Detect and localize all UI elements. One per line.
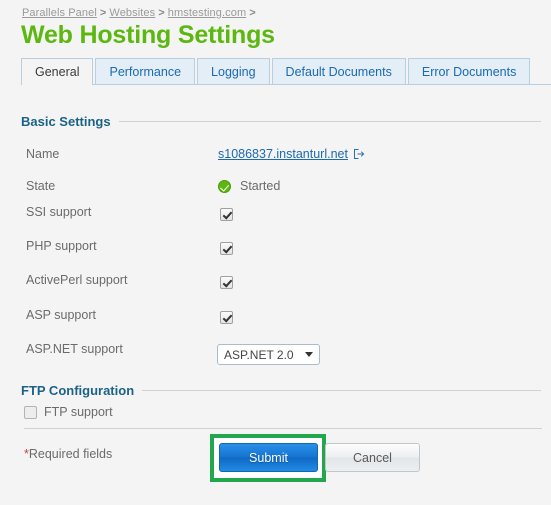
label-aspnet-support: ASP.NET support — [26, 342, 123, 356]
required-fields-text: Required fields — [28, 447, 113, 461]
label-ftp-support: FTP support — [44, 405, 113, 419]
checkbox-ftp-support[interactable] — [24, 405, 37, 419]
submit-button[interactable]: Submit — [219, 443, 318, 472]
section-rule — [118, 121, 541, 122]
aspnet-version-select[interactable]: ASP.NET 2.0 — [217, 344, 320, 365]
value-name: s1086837.instanturl.net — [218, 147, 365, 161]
breadcrumb-item-hmstesting[interactable]: hmstesting.com — [168, 7, 246, 19]
label-name: Name — [26, 147, 60, 161]
row-asp-support: ASP support — [0, 308, 551, 327]
section-title: Basic Settings — [21, 114, 111, 129]
breadcrumb-item-websites[interactable]: Websites — [109, 7, 155, 19]
status-badge: Started — [240, 179, 281, 193]
label-php-support: PHP support — [26, 239, 97, 253]
checkbox-ssi-support[interactable] — [220, 208, 233, 221]
tab-bar: General Performance Logging Default Docu… — [21, 57, 551, 85]
breadcrumb: Parallels Panel > Websites > hmstesting.com > — [22, 7, 259, 19]
value-state: Started — [218, 179, 280, 193]
row-php-support: PHP support — [0, 239, 551, 258]
section-title: FTP Configuration — [21, 383, 135, 398]
section-header-basic-settings: Basic Settings — [21, 114, 541, 129]
label-asp-support: ASP support — [26, 308, 96, 322]
footer-divider — [24, 428, 542, 429]
breadcrumb-separator: > — [158, 7, 165, 19]
section-rule — [142, 390, 541, 391]
section-header-ftp-configuration: FTP Configuration — [21, 383, 541, 398]
row-activeperl-support: ActivePerl support — [0, 273, 551, 292]
label-state: State — [26, 179, 56, 193]
aspnet-version-value: ASP.NET 2.0 — [224, 347, 294, 362]
status-ok-icon — [218, 179, 231, 193]
external-link-icon[interactable] — [353, 148, 365, 162]
checkbox-php-support[interactable] — [220, 242, 233, 255]
required-fields-note: *Required fields — [24, 447, 112, 461]
tab-general[interactable]: General — [21, 58, 94, 85]
row-state: State Started — [0, 179, 551, 198]
breadcrumb-separator: > — [99, 7, 107, 19]
tab-default-documents[interactable]: Default Documents — [271, 58, 406, 84]
breadcrumb-item-parallels-panel[interactable]: Parallels Panel — [22, 7, 97, 19]
cancel-button[interactable]: Cancel — [325, 443, 420, 472]
breadcrumb-separator: > — [249, 7, 256, 19]
row-name: Name s1086837.instanturl.net — [0, 147, 551, 166]
site-url-link[interactable]: s1086837.instanturl.net — [218, 147, 348, 161]
page-title: Web Hosting Settings — [21, 21, 275, 49]
row-ftp-support: FTP support — [24, 405, 113, 419]
label-ssi-support: SSI support — [26, 205, 92, 219]
row-ssi-support: SSI support — [0, 205, 551, 224]
checkbox-asp-support[interactable] — [220, 311, 233, 324]
label-activeperl-support: ActivePerl support — [26, 273, 128, 287]
chevron-down-icon — [305, 352, 313, 357]
tab-error-documents[interactable]: Error Documents — [407, 58, 531, 84]
tab-logging[interactable]: Logging — [197, 58, 270, 84]
tab-performance[interactable]: Performance — [95, 58, 196, 84]
checkbox-activeperl-support[interactable] — [220, 276, 233, 289]
